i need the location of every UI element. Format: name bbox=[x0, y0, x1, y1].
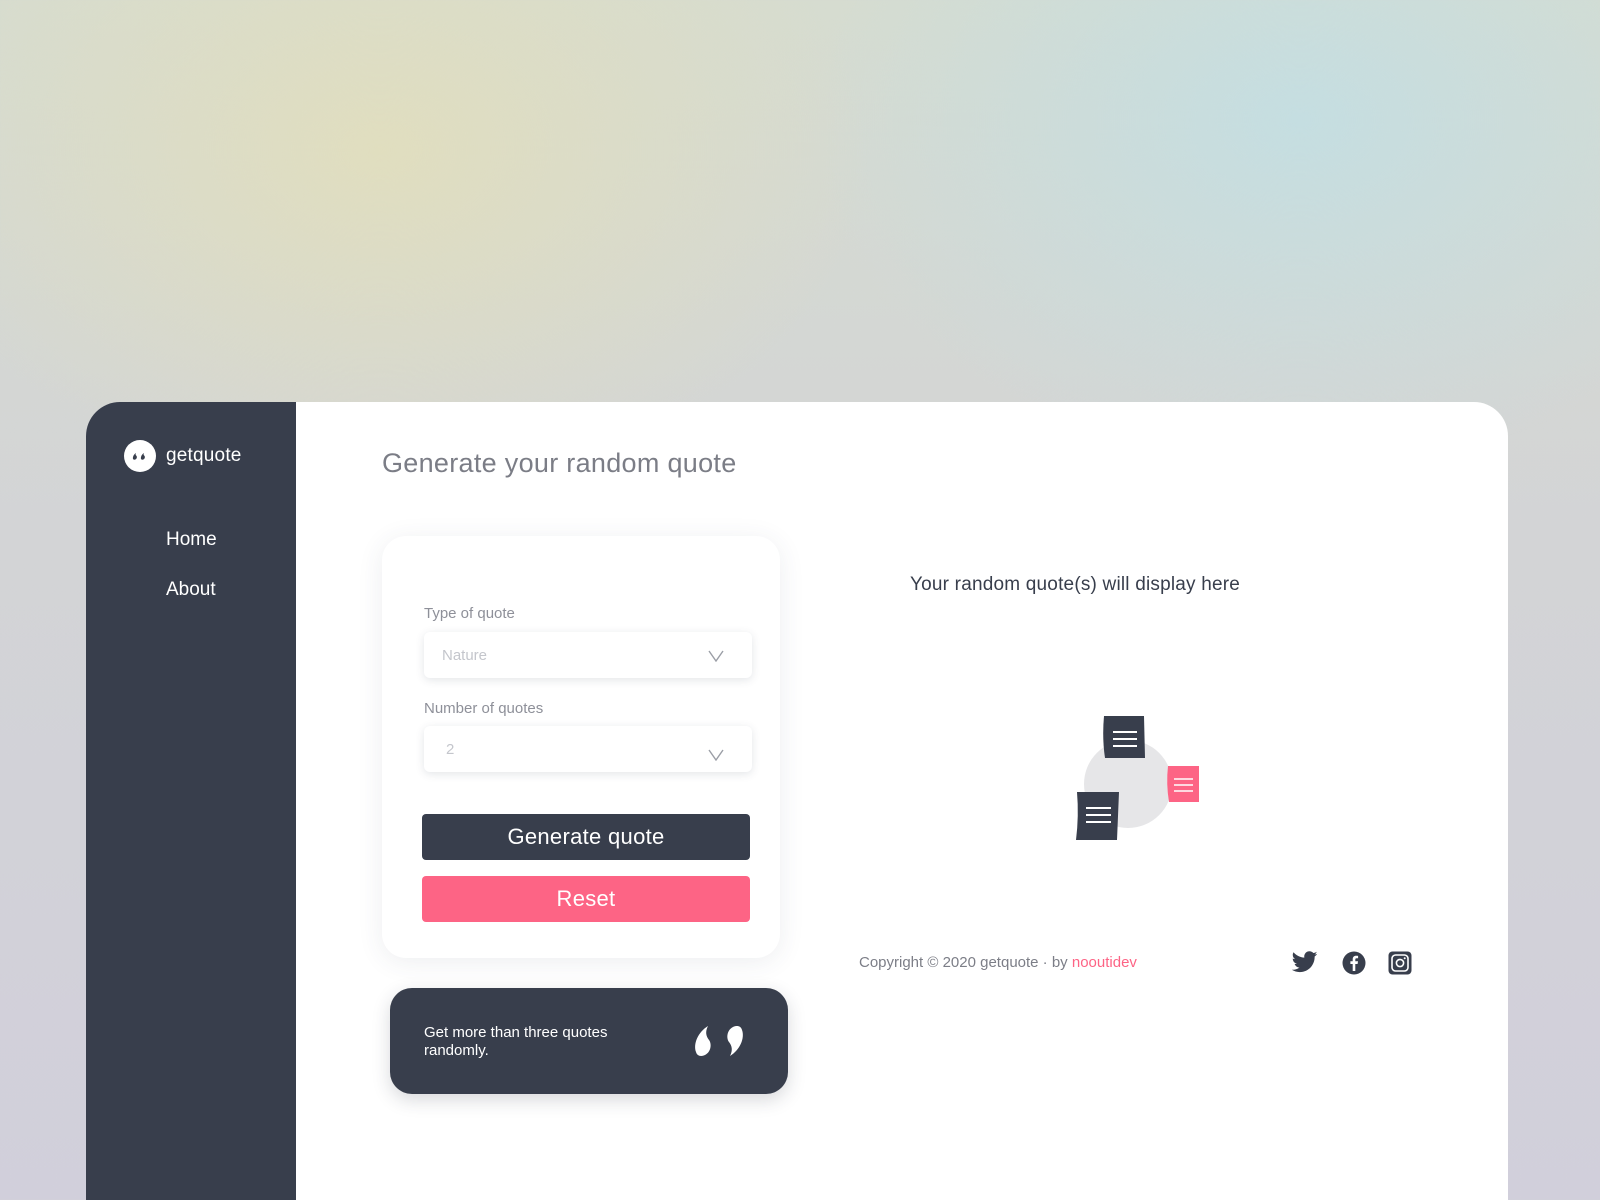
sidebar-item-about[interactable]: About bbox=[166, 578, 217, 628]
type-of-quote-label: Type of quote bbox=[424, 605, 515, 622]
app-window: getquote Home About Generate your random… bbox=[86, 402, 1508, 1200]
twitter-icon[interactable] bbox=[1291, 951, 1318, 978]
number-of-quotes-value: 2 bbox=[446, 741, 455, 758]
promo-card[interactable]: Get more than three quotes randomly. bbox=[390, 988, 788, 1094]
quote-form-card: Type of quote Nature Number of quotes 2 … bbox=[382, 536, 780, 958]
reset-button[interactable]: Reset bbox=[422, 876, 750, 922]
type-of-quote-value: Nature bbox=[442, 647, 488, 664]
author-link[interactable]: nooutidev bbox=[1072, 954, 1137, 971]
brand[interactable]: getquote bbox=[124, 440, 242, 472]
sidebar-nav: Home About bbox=[166, 528, 217, 628]
chevron-down-icon bbox=[708, 748, 724, 766]
quote-marks-icon bbox=[124, 440, 156, 472]
sidebar-item-home[interactable]: Home bbox=[166, 528, 217, 578]
copyright-text: Copyright © 2020 getquote · by bbox=[859, 954, 1072, 971]
quote-marks-icon bbox=[692, 1022, 746, 1065]
chevron-down-icon bbox=[708, 649, 724, 667]
sidebar: getquote Home About bbox=[86, 402, 296, 1200]
type-of-quote-select[interactable]: Nature bbox=[424, 632, 752, 678]
quote-display-placeholder: Your random quote(s) will display here bbox=[910, 574, 1241, 595]
documents-illustration bbox=[1046, 708, 1216, 853]
instagram-icon[interactable] bbox=[1388, 951, 1412, 980]
number-of-quotes-label: Number of quotes bbox=[424, 700, 544, 717]
brand-name: getquote bbox=[166, 445, 242, 466]
footer-copyright: Copyright © 2020 getquote · by nooutidev bbox=[859, 954, 1137, 971]
facebook-icon[interactable] bbox=[1342, 951, 1366, 980]
promo-text: Get more than three quotes randomly. bbox=[424, 1024, 608, 1059]
page-title: Generate your random quote bbox=[382, 448, 737, 478]
number-of-quotes-select[interactable]: 2 bbox=[424, 726, 752, 772]
generate-quote-button[interactable]: Generate quote bbox=[422, 814, 750, 860]
